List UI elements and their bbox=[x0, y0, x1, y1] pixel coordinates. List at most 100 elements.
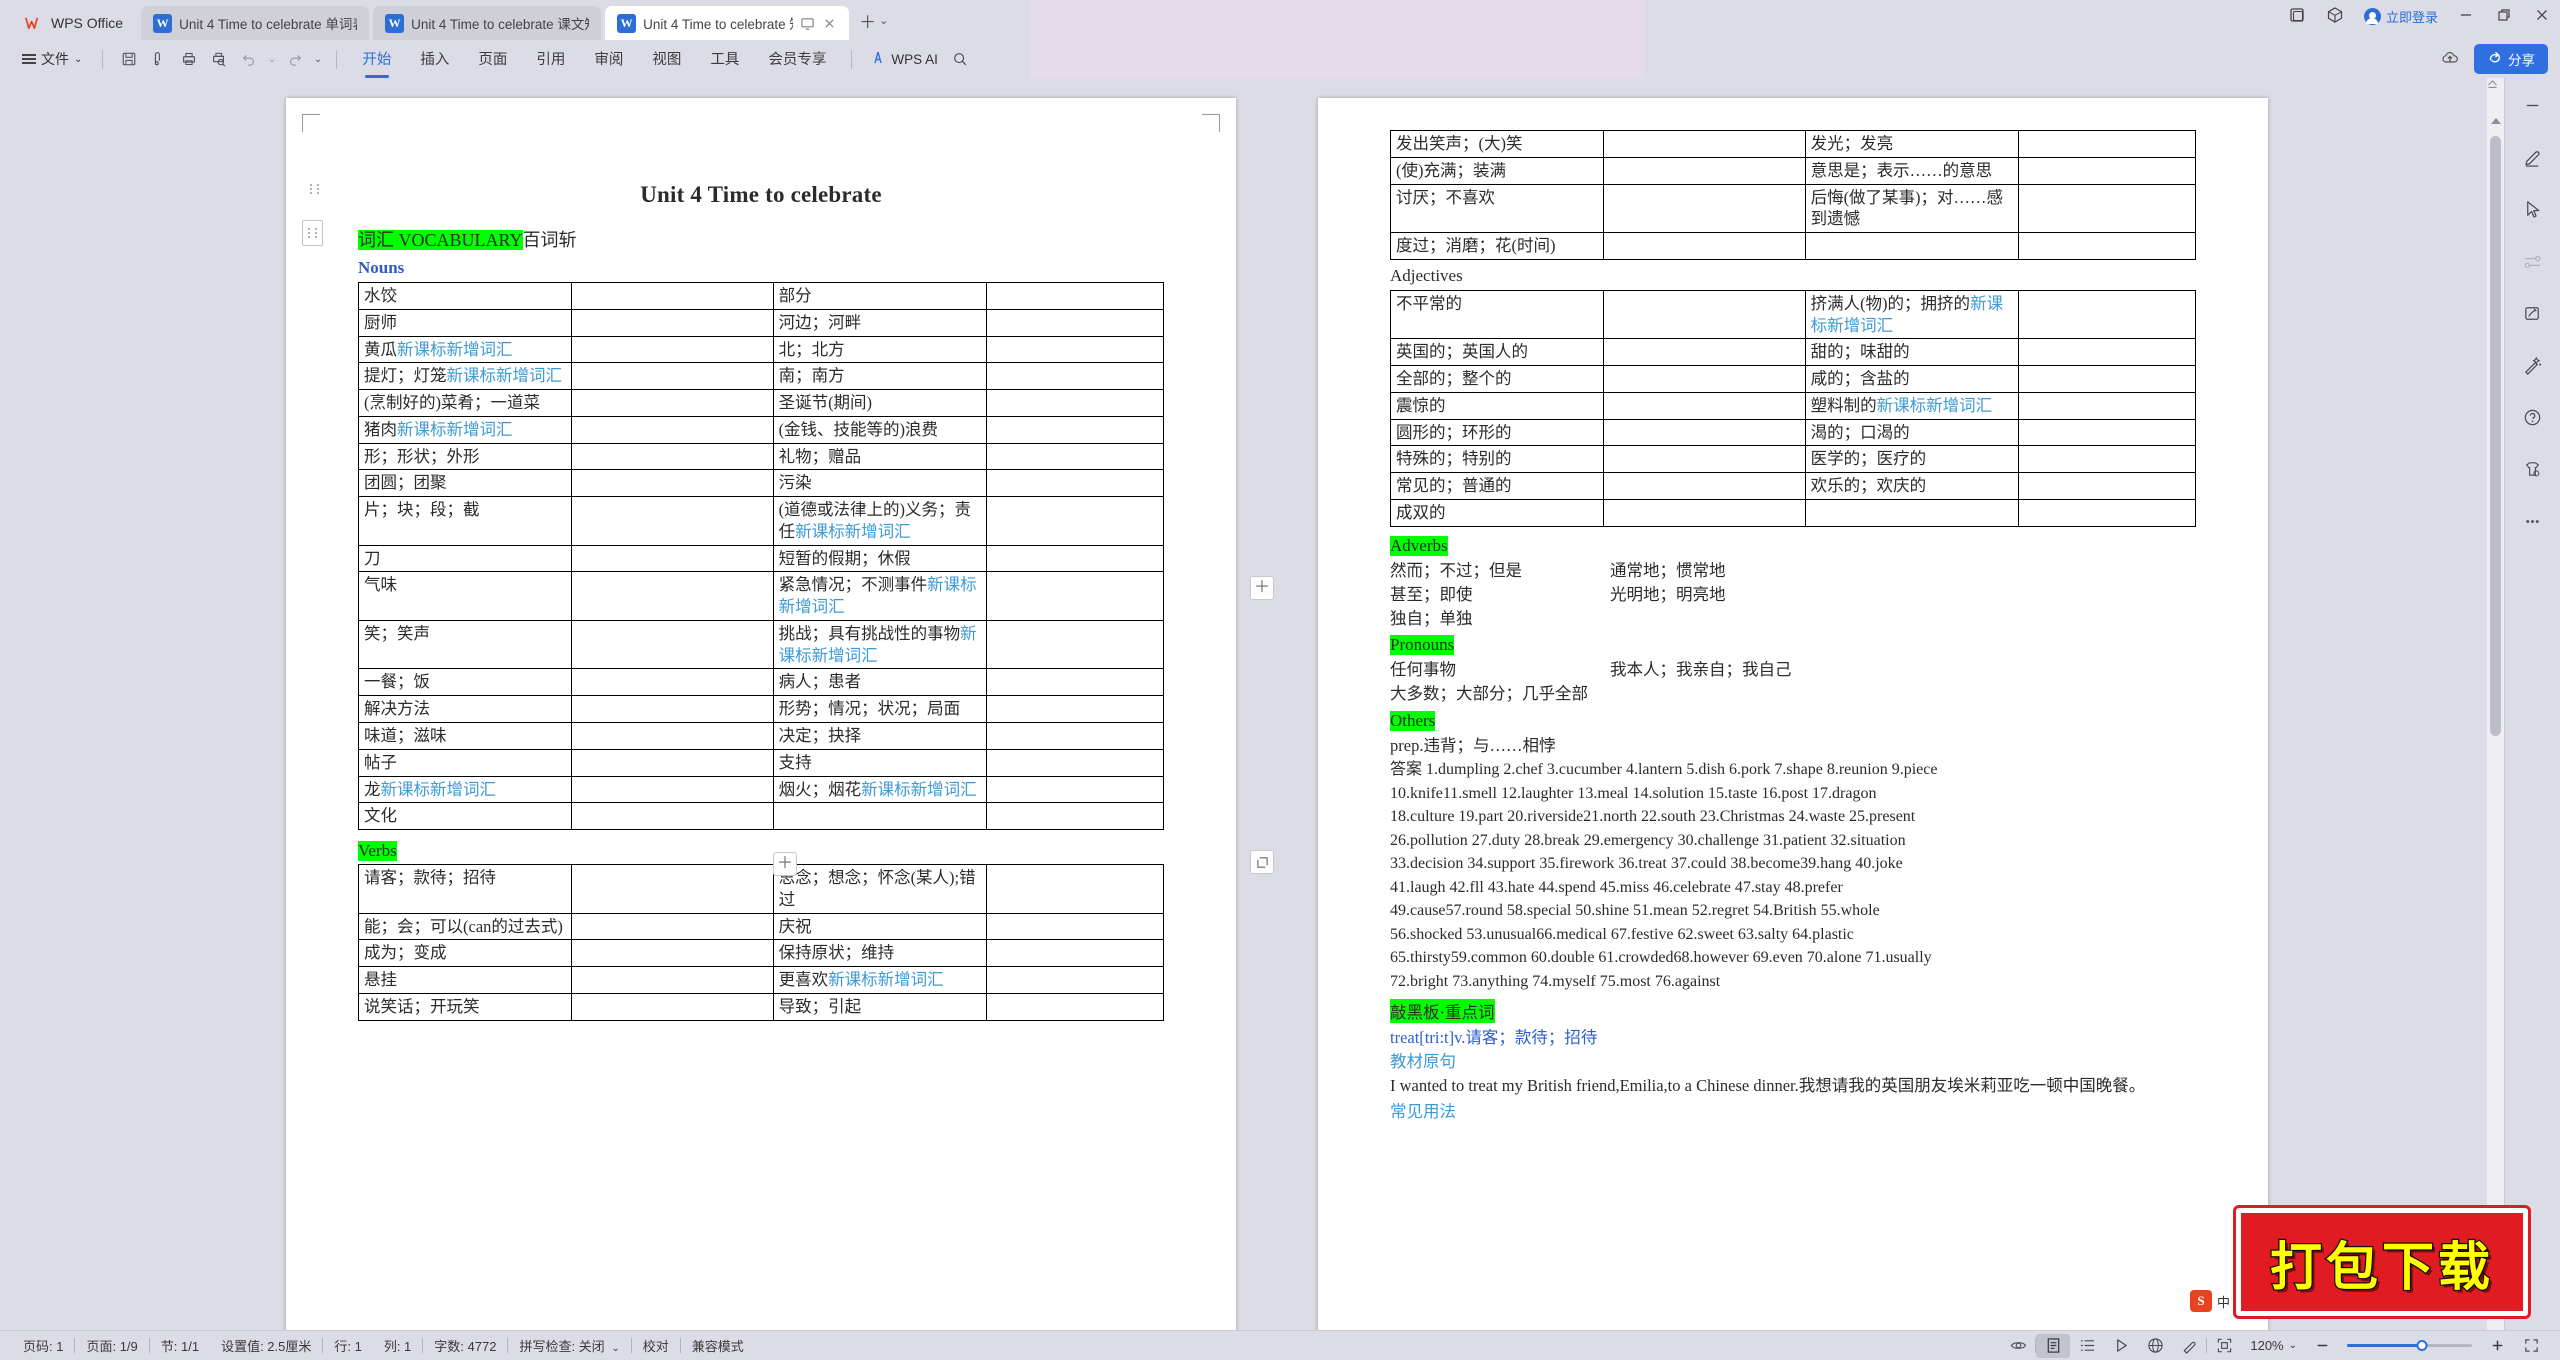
cell-english-left[interactable] bbox=[571, 389, 774, 417]
cell-chinese-left[interactable]: 形；形状；外形 bbox=[357, 442, 573, 471]
table-row[interactable]: 一餐；饭 病人；患者 bbox=[357, 668, 1165, 697]
cell-english-right[interactable] bbox=[985, 802, 1165, 831]
cell-chinese-left[interactable]: 震惊的 bbox=[1389, 391, 1605, 420]
table-row[interactable]: 黄瓜新课标新增词汇 北；北方 bbox=[357, 335, 1165, 364]
table-row[interactable]: 猪肉新课标新增词汇 (金钱、技能等的)浪费 bbox=[357, 415, 1165, 444]
print-icon[interactable] bbox=[175, 47, 202, 72]
cell-chinese-left[interactable]: 不平常的 bbox=[1389, 289, 1605, 340]
cell-english-left[interactable] bbox=[1603, 472, 1806, 500]
zoom-slider[interactable] bbox=[2347, 1340, 2472, 1351]
cell-english-right[interactable] bbox=[985, 775, 1165, 804]
table-row[interactable]: 片；块；段；截 (道德或法律上的)义务；责任新课标新增词汇 bbox=[357, 496, 1165, 546]
cell-english-left[interactable] bbox=[1603, 418, 1806, 447]
cell-english-right[interactable] bbox=[2017, 232, 2197, 260]
web-layout-icon[interactable] bbox=[2138, 1334, 2172, 1358]
cell-english-left[interactable] bbox=[571, 282, 774, 310]
cell-chinese-right[interactable]: 决定；抉择 bbox=[772, 722, 987, 750]
cell-english-left[interactable] bbox=[1603, 130, 1806, 158]
cell-chinese-left[interactable]: 常见的；普通的 bbox=[1389, 472, 1605, 500]
brush-view-icon[interactable] bbox=[2172, 1334, 2206, 1358]
cell-chinese-right[interactable]: 庆祝 bbox=[772, 912, 987, 941]
wps-office-brand[interactable]: WPS Office bbox=[10, 6, 141, 40]
cell-chinese-right[interactable]: 河边；河畔 bbox=[772, 308, 987, 337]
verbs-table-continued[interactable]: 发出笑声；(大)笑 发光；发亮 (使)充满；装满 意思是；表示……的意思 讨厌；… bbox=[1389, 130, 2197, 260]
cell-chinese-right[interactable]: 咸的；含盐的 bbox=[1804, 365, 2019, 393]
cell-english-left[interactable] bbox=[571, 619, 774, 670]
cell-english-left[interactable] bbox=[1603, 183, 1806, 234]
cell-english-left[interactable] bbox=[571, 496, 774, 546]
status-spellcheck[interactable]: 拼写检查: 关闭 ⌄ bbox=[508, 1336, 630, 1355]
zoom-out-button[interactable] bbox=[2305, 1334, 2339, 1358]
table-row[interactable]: 味道；滋味 决定；抉择 bbox=[357, 722, 1165, 750]
cell-english-left[interactable] bbox=[1603, 365, 1806, 393]
cell-chinese-left[interactable]: 能；会；可以(can的过去式) bbox=[357, 912, 573, 941]
settings-sliders-icon[interactable] bbox=[2520, 248, 2546, 274]
cell-english-left[interactable] bbox=[571, 544, 774, 573]
fullscreen-button[interactable] bbox=[2514, 1334, 2548, 1358]
table-resize-button[interactable] bbox=[1250, 850, 1274, 874]
scroll-up-arrow[interactable] bbox=[2491, 118, 2501, 124]
undo-icon[interactable] bbox=[235, 47, 262, 72]
cell-english-left[interactable] bbox=[571, 335, 774, 364]
cell-english-right[interactable] bbox=[985, 442, 1165, 471]
table-row[interactable]: (使)充满；装满 意思是；表示……的意思 bbox=[1389, 156, 2197, 185]
ribbon-tab-member[interactable]: 会员专享 bbox=[755, 44, 839, 75]
table-row[interactable]: 成为；变成 保持原状；维持 bbox=[357, 939, 1165, 968]
cell-english-right[interactable] bbox=[2017, 445, 2197, 474]
cell-english-right[interactable] bbox=[2017, 289, 2197, 340]
cell-chinese-right[interactable]: 渴的；口渴的 bbox=[1804, 418, 2019, 447]
save-as-icon[interactable] bbox=[145, 47, 172, 72]
table-row[interactable]: 特殊的；特别的 医学的；医疗的 bbox=[1389, 445, 2197, 474]
cell-chinese-left[interactable]: 水饺 bbox=[357, 282, 573, 310]
table-row[interactable]: 龙新课标新增词汇 烟火；烟花新课标新增词汇 bbox=[357, 775, 1165, 804]
cell-chinese-right[interactable] bbox=[1804, 498, 2019, 527]
cell-english-left[interactable] bbox=[571, 362, 774, 391]
cell-english-right[interactable] bbox=[2017, 498, 2197, 527]
cell-english-right[interactable] bbox=[985, 415, 1165, 444]
vertical-scrollbar[interactable] bbox=[2487, 78, 2504, 1330]
fit-page-icon[interactable] bbox=[2207, 1334, 2241, 1358]
save-icon[interactable] bbox=[115, 47, 142, 72]
cell-chinese-left[interactable]: 解决方法 bbox=[357, 695, 573, 724]
cell-english-right[interactable] bbox=[985, 864, 1165, 914]
table-row[interactable]: 不平常的 挤满人(物)的；拥挤的新课标新增词汇 bbox=[1389, 289, 2197, 340]
cell-english-right[interactable] bbox=[2017, 391, 2197, 420]
scrollbar-thumb[interactable] bbox=[2490, 136, 2501, 736]
table-row[interactable]: 说笑话；开玩笑 导致；引起 bbox=[357, 992, 1165, 1021]
cell-chinese-left[interactable]: 发出笑声；(大)笑 bbox=[1389, 130, 1605, 158]
wps-ai-button[interactable]: WPS AI bbox=[864, 50, 938, 69]
undo-dropdown-icon[interactable]: ⌄ bbox=[265, 47, 278, 72]
table-row[interactable]: 帖子 支持 bbox=[357, 748, 1165, 777]
cell-english-left[interactable] bbox=[1603, 445, 1806, 474]
doc-tab-2[interactable]: W Unit 4 Time to celebrate 课文知识点 bbox=[373, 6, 602, 40]
table-row[interactable]: 请客；款待；招待 思念；想念；怀念(某人);错过 bbox=[357, 864, 1165, 914]
insert-row-button-2[interactable]: ＋ bbox=[773, 852, 797, 876]
close-window-button[interactable] bbox=[2534, 7, 2550, 27]
table-row[interactable]: 解决方法 形势；情况；状况；局面 bbox=[357, 695, 1165, 724]
chevron-down-icon[interactable]: ⌄ bbox=[2289, 1340, 2305, 1351]
cell-chinese-right[interactable]: 烟火；烟花新课标新增词汇 bbox=[772, 775, 987, 804]
ribbon-tab-page[interactable]: 页面 bbox=[465, 44, 520, 75]
zoom-in-button[interactable] bbox=[2480, 1334, 2514, 1358]
cell-chinese-left[interactable]: 悬挂 bbox=[357, 966, 573, 994]
cell-english-left[interactable] bbox=[571, 695, 774, 724]
page-view-icon[interactable] bbox=[2036, 1333, 2071, 1358]
ribbon-tab-review[interactable]: 审阅 bbox=[581, 44, 636, 75]
sign-stamp-icon[interactable] bbox=[2520, 300, 2546, 326]
table-row[interactable]: 讨厌；不喜欢 后悔(做了某事)；对……感到遗憾 bbox=[1389, 183, 2197, 234]
cell-chinese-left[interactable]: 猪肉新课标新增词汇 bbox=[357, 415, 573, 444]
cell-english-left[interactable] bbox=[571, 308, 774, 337]
cell-chinese-right[interactable]: 挤满人(物)的；拥挤的新课标新增词汇 bbox=[1804, 289, 2019, 340]
insert-row-button[interactable]: ＋ bbox=[1250, 576, 1274, 600]
cell-chinese-right[interactable]: 发光；发亮 bbox=[1804, 130, 2019, 158]
cell-english-left[interactable] bbox=[571, 992, 774, 1021]
cell-english-left[interactable] bbox=[571, 469, 774, 498]
cell-chinese-left[interactable]: 气味 bbox=[357, 571, 573, 621]
cell-chinese-right[interactable]: (道德或法律上的)义务；责任新课标新增词汇 bbox=[772, 496, 987, 546]
cell-chinese-right[interactable]: (金钱、技能等的)浪费 bbox=[772, 415, 987, 444]
table-row[interactable]: 文化 bbox=[357, 802, 1165, 831]
cell-english-left[interactable] bbox=[571, 864, 774, 914]
cell-english-right[interactable] bbox=[985, 335, 1165, 364]
table-row[interactable]: 全部的；整个的 咸的；含盐的 bbox=[1389, 365, 2197, 393]
redo-dropdown-icon[interactable]: ⌄ bbox=[311, 47, 324, 72]
